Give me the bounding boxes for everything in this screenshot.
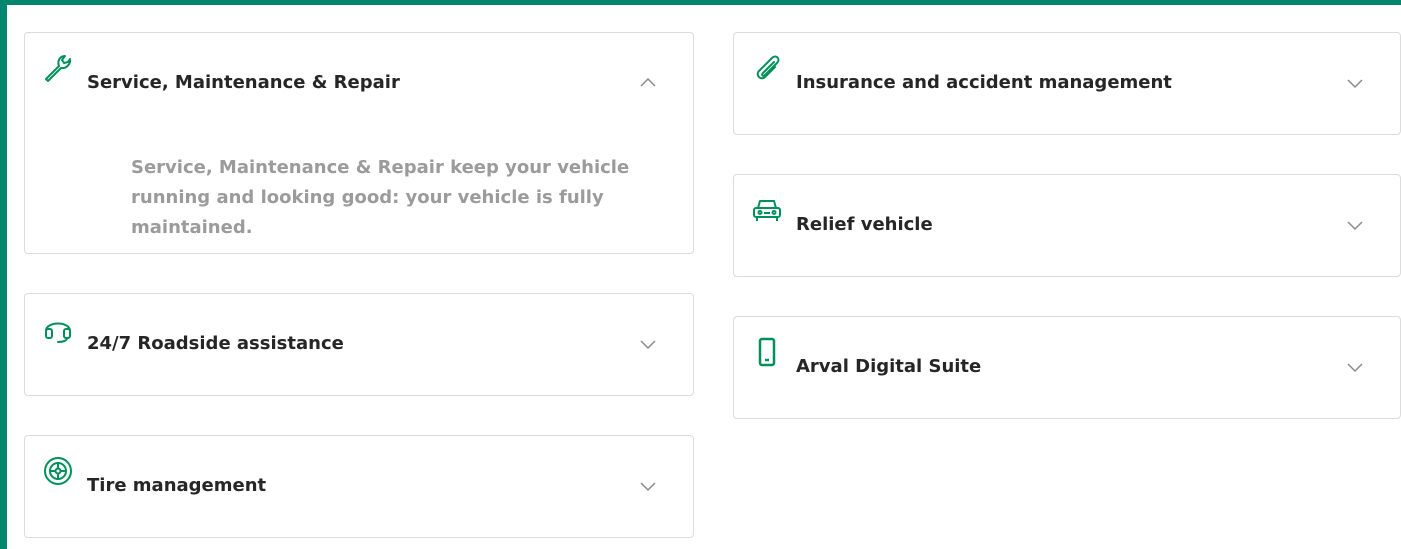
chevron-down-icon[interactable]	[639, 335, 657, 353]
accordion-content: Service, Maintenance & Repair keep your …	[131, 157, 630, 238]
smartphone-icon	[751, 336, 783, 368]
chevron-down-icon[interactable]	[1346, 216, 1364, 234]
headset-icon	[42, 313, 74, 345]
accordion-item-arval-digital-suite[interactable]: Arval Digital Suite	[733, 316, 1401, 419]
accordion-title: Arval Digital Suite	[796, 356, 982, 377]
accordion-title: Relief vehicle	[796, 214, 933, 235]
chevron-down-icon[interactable]	[639, 477, 657, 495]
accordion-item-insurance-accident[interactable]: Insurance and accident management	[733, 32, 1401, 135]
tire-icon	[42, 455, 74, 487]
accordion-title: Tire management	[87, 475, 267, 496]
chevron-up-icon[interactable]	[639, 74, 657, 92]
chevron-down-icon[interactable]	[1346, 358, 1364, 376]
wrench-icon	[42, 52, 74, 84]
accordion-title: 24/7 Roadside assistance	[87, 333, 344, 354]
chevron-down-icon[interactable]	[1346, 74, 1364, 92]
accordion-item-service-maintenance-repair[interactable]: Service, Maintenance & Repair Service, M…	[24, 32, 694, 254]
page-frame: Service, Maintenance & Repair Service, M…	[7, 5, 1401, 549]
accordion-item-tire-management[interactable]: Tire management	[24, 435, 694, 538]
car-icon	[751, 194, 783, 226]
accordion-item-relief-vehicle[interactable]: Relief vehicle	[733, 174, 1401, 277]
accordion-title: Insurance and accident management	[796, 72, 1172, 93]
paperclip-icon	[751, 52, 783, 84]
accordion-item-roadside-assistance[interactable]: 24/7 Roadside assistance	[24, 293, 694, 396]
accordion-title: Service, Maintenance & Repair	[87, 72, 400, 93]
